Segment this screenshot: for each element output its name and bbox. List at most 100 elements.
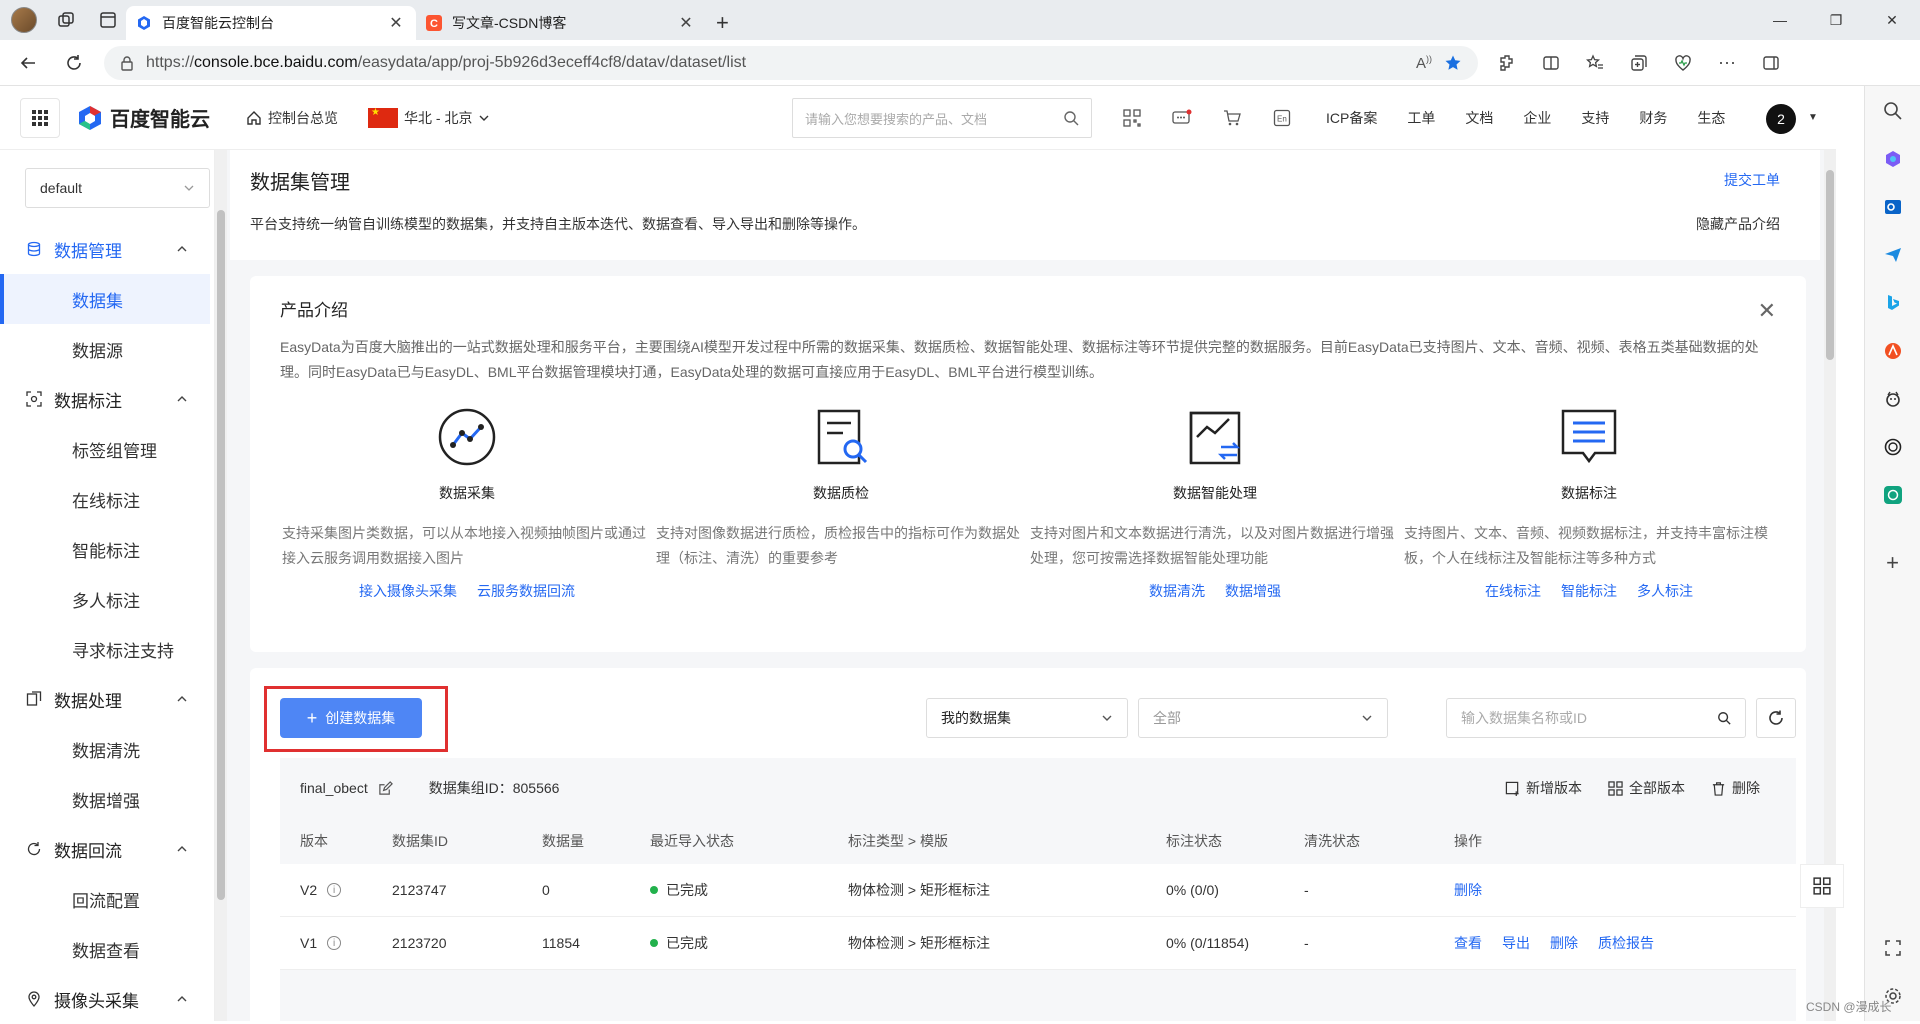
sidebar-item-data-view[interactable]: 数据查看 xyxy=(0,924,210,974)
tab-actions-icon[interactable] xyxy=(94,6,122,34)
add-version-button[interactable]: 新增版本 xyxy=(1505,778,1582,798)
outlook-icon[interactable] xyxy=(1880,194,1906,220)
minimize-button[interactable]: — xyxy=(1752,0,1808,40)
sidebar-scrollbar[interactable] xyxy=(215,150,227,1021)
bing-icon[interactable] xyxy=(1880,290,1906,316)
topnav-link-docs[interactable]: 文档 xyxy=(1465,108,1493,128)
hide-intro-link[interactable]: 隐藏产品介绍 xyxy=(1696,214,1780,234)
close-window-button[interactable]: ✕ xyxy=(1864,0,1920,40)
sidebar-group-data-reflow[interactable]: 数据回流 xyxy=(0,824,210,874)
all-versions-button[interactable]: 全部版本 xyxy=(1608,778,1685,798)
read-aloud-icon[interactable]: A)) xyxy=(1416,54,1432,72)
quality-report-link[interactable]: 质检报告 xyxy=(1598,933,1654,953)
region-selector[interactable]: 华北 - 北京 xyxy=(368,107,490,128)
sidebar-toggle-icon[interactable] xyxy=(1756,48,1786,78)
sidebar-item-datasource[interactable]: 数据源 xyxy=(0,324,210,374)
sidebar-item-multi-annotation[interactable]: 多人标注 xyxy=(0,574,210,624)
messages-icon[interactable] xyxy=(1168,104,1196,132)
browser-tab-csdn[interactable]: C 写文章-CSDN博客 ✕ xyxy=(416,6,706,40)
create-dataset-button[interactable]: + 创建数据集 xyxy=(280,698,422,738)
smart-annotation-link[interactable]: 智能标注 xyxy=(1561,581,1617,601)
data-augmentation-link[interactable]: 数据增强 xyxy=(1225,581,1281,601)
cloud-reflow-link[interactable]: 云服务数据回流 xyxy=(477,581,575,601)
delete-link[interactable]: 删除 xyxy=(1454,880,1482,900)
topnav-link-ecosystem[interactable]: 生态 xyxy=(1697,108,1725,128)
topnav-link-enterprise[interactable]: 企业 xyxy=(1523,108,1551,128)
cart-icon[interactable] xyxy=(1218,104,1246,132)
sidebar-item-smart-annotation[interactable]: 智能标注 xyxy=(0,524,210,574)
topnav-link-finance[interactable]: 财务 xyxy=(1639,108,1667,128)
workspaces-icon[interactable] xyxy=(52,6,80,34)
sidebar-item-annotation-support[interactable]: 寻求标注支持 xyxy=(0,624,210,674)
maximize-button[interactable]: ❐ xyxy=(1808,0,1864,40)
ai-assistant-icon[interactable] xyxy=(1880,434,1906,460)
sidebar-item-dataset[interactable]: 数据集 xyxy=(0,274,210,324)
favorite-star-icon[interactable] xyxy=(1444,54,1462,72)
extensions-icon[interactable] xyxy=(1492,48,1522,78)
dataset-search-input[interactable]: 输入数据集名称或ID xyxy=(1446,698,1746,738)
sidebar-group-data-management[interactable]: 数据管理 xyxy=(0,224,210,274)
edit-icon[interactable] xyxy=(378,780,393,796)
owner-filter-select[interactable]: 我的数据集 xyxy=(926,698,1128,738)
topnav-link-support[interactable]: 支持 xyxy=(1581,108,1609,128)
split-screen-icon[interactable] xyxy=(1536,48,1566,78)
browser-essentials-icon[interactable] xyxy=(1668,48,1698,78)
profile-avatar[interactable] xyxy=(10,6,38,34)
sidebar-item-label-groups[interactable]: 标签组管理 xyxy=(0,424,210,474)
info-icon[interactable]: i xyxy=(327,883,342,897)
url-bar[interactable]: https://console.bce.baidu.com/easydata/a… xyxy=(104,45,1478,80)
favorites-icon[interactable] xyxy=(1580,48,1610,78)
game-icon[interactable] xyxy=(1880,386,1906,412)
collections-icon[interactable] xyxy=(1624,48,1654,78)
delete-group-button[interactable]: 删除 xyxy=(1711,778,1760,798)
close-icon[interactable]: ✕ xyxy=(1758,298,1776,324)
back-button[interactable] xyxy=(12,47,44,79)
send-icon[interactable] xyxy=(1880,242,1906,268)
chat-ai-icon[interactable] xyxy=(1880,482,1906,508)
language-icon[interactable]: En xyxy=(1268,104,1296,132)
close-tab-icon[interactable]: ✕ xyxy=(386,13,406,33)
topnav-link-ticket[interactable]: 工单 xyxy=(1407,108,1435,128)
content-scrollbar-thumb[interactable] xyxy=(1826,170,1834,360)
view-link[interactable]: 查看 xyxy=(1454,933,1482,953)
new-tab-button[interactable]: + xyxy=(706,6,739,40)
copilot-icon[interactable] xyxy=(1880,146,1906,172)
delete-link[interactable]: 删除 xyxy=(1550,933,1578,953)
sidebar-group-data-annotation[interactable]: 数据标注 xyxy=(0,374,210,424)
search-icon[interactable] xyxy=(1063,110,1079,126)
floating-apps-button[interactable] xyxy=(1800,864,1844,908)
multi-annotation-link[interactable]: 多人标注 xyxy=(1637,581,1693,601)
info-icon[interactable]: i xyxy=(327,936,342,950)
sidebar-item-data-cleaning[interactable]: 数据清洗 xyxy=(0,724,210,774)
qrcode-icon[interactable] xyxy=(1118,104,1146,132)
online-annotation-link[interactable]: 在线标注 xyxy=(1485,581,1541,601)
search-icon[interactable] xyxy=(1880,98,1906,124)
screenshot-icon[interactable] xyxy=(1880,935,1906,961)
sidebar-group-camera-capture[interactable]: 摄像头采集 xyxy=(0,974,210,1024)
browser-tab-baidu[interactable]: 百度智能云控制台 ✕ xyxy=(126,6,416,40)
more-menu-icon[interactable]: ··· xyxy=(1712,48,1742,78)
sidebar-item-online-annotation[interactable]: 在线标注 xyxy=(0,474,210,524)
user-menu-chevron-icon[interactable]: ▼ xyxy=(1808,112,1818,123)
add-app-icon[interactable]: + xyxy=(1880,550,1906,576)
global-search-input[interactable]: 请输入您想要搜索的产品、文档 xyxy=(792,98,1092,138)
export-link[interactable]: 导出 xyxy=(1502,933,1530,953)
sidebar-item-data-augmentation[interactable]: 数据增强 xyxy=(0,774,210,824)
baidu-cloud-logo[interactable]: 百度智能云 xyxy=(76,103,210,132)
close-tab-icon[interactable]: ✕ xyxy=(676,13,696,33)
camera-capture-link[interactable]: 接入摄像头采集 xyxy=(359,581,457,601)
search-icon[interactable] xyxy=(1717,711,1731,725)
office-app-icon[interactable] xyxy=(1880,338,1906,364)
type-filter-select[interactable]: 全部 xyxy=(1138,698,1388,738)
sidebar-scrollbar-thumb[interactable] xyxy=(217,210,225,900)
user-avatar[interactable]: 2 xyxy=(1766,104,1796,134)
sidebar-group-data-processing[interactable]: 数据处理 xyxy=(0,674,210,724)
project-select[interactable]: default xyxy=(25,168,210,208)
data-cleaning-link[interactable]: 数据清洗 xyxy=(1149,581,1205,601)
reload-button[interactable] xyxy=(58,47,90,79)
console-home-link[interactable]: 控制台总览 xyxy=(246,108,338,128)
topnav-link-icp[interactable]: ICP备案 xyxy=(1326,108,1377,128)
submit-ticket-link[interactable]: 提交工单 xyxy=(1724,170,1780,190)
apps-grid-icon[interactable] xyxy=(20,97,60,138)
refresh-button[interactable] xyxy=(1756,698,1796,738)
